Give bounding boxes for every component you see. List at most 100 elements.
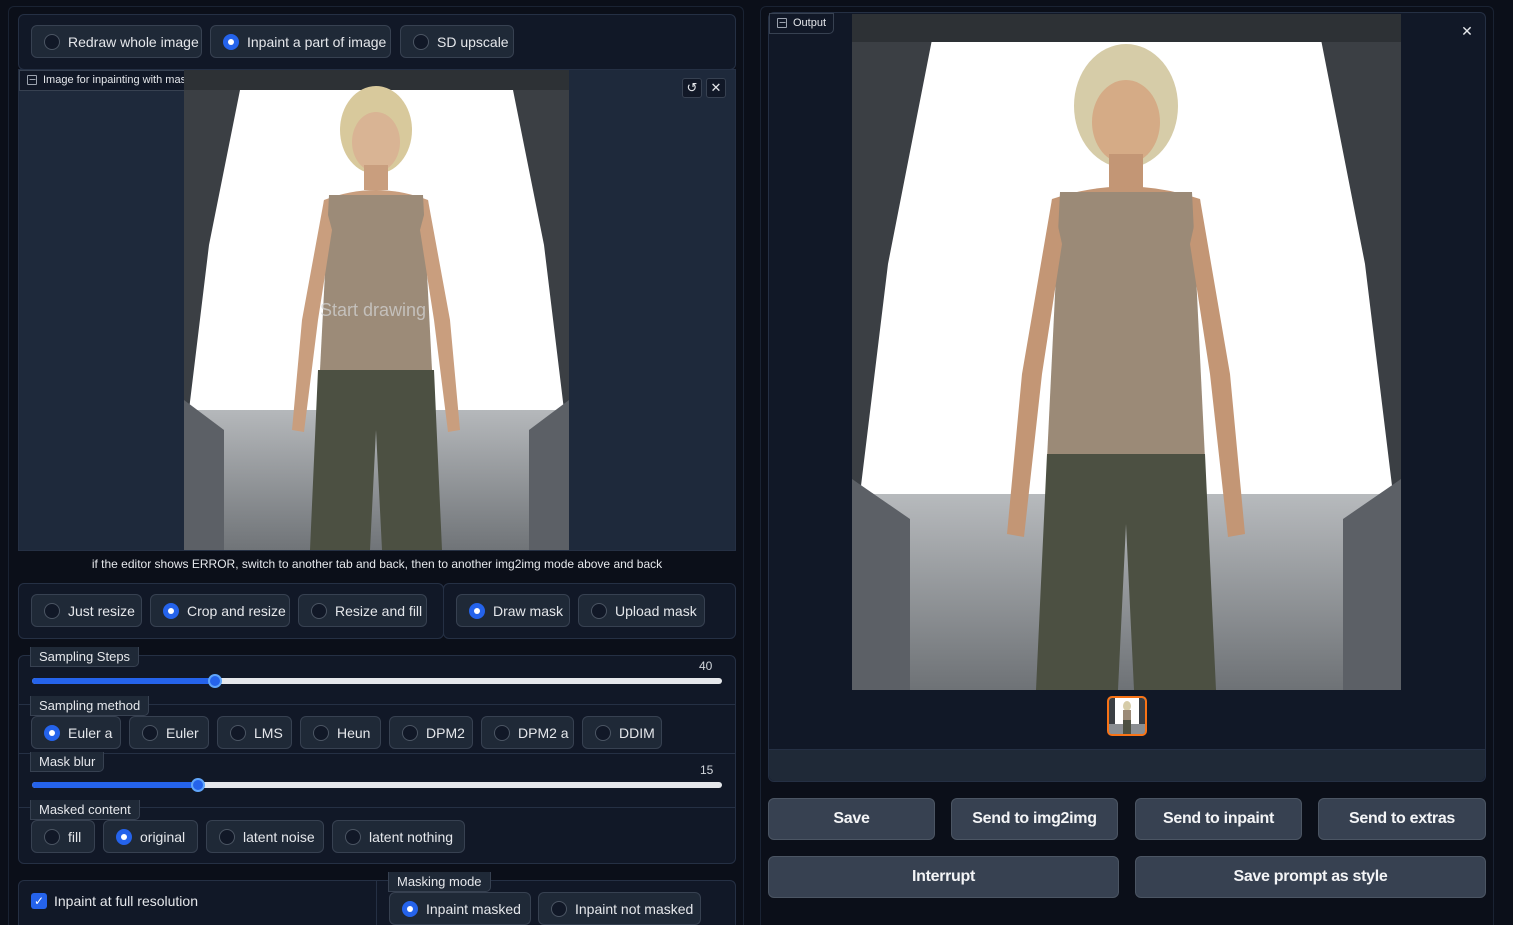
mode-inpaint-part[interactable]: Inpaint a part of image — [210, 25, 391, 58]
radio-label: Upload mask — [615, 602, 697, 619]
divider — [19, 753, 735, 754]
radio-icon — [219, 828, 235, 845]
radio-label: Heun — [337, 724, 371, 741]
image-icon — [27, 75, 37, 85]
radio-label: latent noise — [243, 828, 315, 845]
radio-label: DPM2 a — [518, 724, 569, 741]
undo-icon[interactable]: ↺ — [682, 78, 702, 98]
radio-selected-icon — [469, 602, 485, 619]
radio-icon — [230, 724, 246, 741]
radio-icon — [44, 828, 60, 845]
inpaint-full-res-label: Inpaint at full resolution — [54, 893, 198, 909]
start-drawing-overlay: Start drawing — [320, 300, 427, 320]
sampler-heun[interactable]: Heun — [300, 716, 381, 749]
radio-icon — [142, 724, 158, 741]
gallery-thumbnail[interactable] — [1107, 696, 1147, 736]
masked-content-original[interactable]: original — [103, 820, 198, 853]
radio-selected-icon — [116, 828, 132, 845]
slider-thumb[interactable] — [208, 674, 222, 688]
divider — [376, 881, 377, 925]
sampler-euler-a[interactable]: Euler a — [31, 716, 121, 749]
radio-icon — [345, 828, 361, 845]
radio-label: Draw mask — [493, 602, 564, 619]
send-to-img2img-button[interactable]: Send to img2img — [951, 798, 1118, 840]
masked-content-label: Masked content — [30, 800, 140, 820]
radio-icon — [311, 602, 327, 619]
clear-icon[interactable]: ✕ — [706, 78, 726, 98]
mask-blur-slider[interactable] — [32, 778, 722, 792]
radio-label: latent nothing — [369, 828, 454, 845]
radio-icon — [44, 602, 60, 619]
sampler-dpm2-a[interactable]: DPM2 a — [481, 716, 574, 749]
send-to-inpaint-button[interactable]: Send to inpaint — [1135, 798, 1302, 840]
thumbnail-illustration — [1109, 698, 1145, 734]
radio-label: Euler a — [68, 724, 113, 741]
gallery-footer — [769, 749, 1485, 781]
radio-label: Euler — [166, 724, 199, 741]
radio-label: Inpaint masked — [426, 900, 521, 917]
editor-label: Image for inpainting with mask — [19, 70, 200, 91]
sampling-method-label: Sampling method — [30, 696, 150, 716]
sampling-steps-value[interactable]: 40 — [699, 659, 712, 673]
mode-label: Redraw whole image — [68, 33, 199, 50]
radio-label: Just resize — [68, 602, 135, 619]
slider-fill — [32, 678, 215, 684]
radio-selected-icon — [223, 33, 239, 50]
editor-canvas-image[interactable]: Start drawing — [184, 70, 569, 550]
save-prompt-as-style-button[interactable]: Save prompt as style — [1135, 856, 1486, 898]
radio-label: Inpaint not masked — [575, 900, 694, 917]
sampler-lms[interactable]: LMS — [217, 716, 292, 749]
radio-label: Resize and fill — [335, 602, 423, 619]
masking-inpaint-masked[interactable]: Inpaint masked — [389, 892, 531, 925]
inpaint-full-res-checkbox[interactable]: ✓ — [31, 893, 47, 909]
radio-selected-icon — [44, 724, 60, 741]
mode-redraw-whole-image[interactable]: Redraw whole image — [31, 25, 202, 58]
mode-label: Inpaint a part of image — [247, 33, 387, 50]
slider-thumb[interactable] — [191, 778, 205, 792]
sampling-steps-label: Sampling Steps — [30, 647, 140, 667]
sampling-steps-slider[interactable] — [32, 674, 722, 688]
radio-icon — [402, 724, 418, 741]
radio-label: LMS — [254, 724, 283, 741]
masking-mode-label: Masking mode — [388, 872, 491, 892]
resize-crop-and-resize[interactable]: Crop and resize — [150, 594, 290, 627]
radio-icon — [551, 900, 567, 917]
radio-label: fill — [68, 828, 82, 845]
slider-fill — [32, 782, 198, 788]
masked-content-latent-noise[interactable]: latent noise — [206, 820, 324, 853]
image-icon — [777, 18, 787, 28]
output-portrait-illustration — [852, 14, 1401, 690]
sampler-dpm2[interactable]: DPM2 — [389, 716, 473, 749]
masking-inpaint-not-masked[interactable]: Inpaint not masked — [538, 892, 701, 925]
output-label: Output — [769, 13, 835, 34]
masked-content-fill[interactable]: fill — [31, 820, 95, 853]
radio-label: Crop and resize — [187, 602, 286, 619]
radio-label: DDIM — [619, 724, 655, 741]
masked-content-latent-nothing[interactable]: latent nothing — [332, 820, 465, 853]
radio-icon — [591, 602, 607, 619]
send-to-extras-button[interactable]: Send to extras — [1318, 798, 1486, 840]
radio-selected-icon — [163, 602, 179, 619]
mask-upload-mask[interactable]: Upload mask — [578, 594, 705, 627]
radio-icon — [44, 33, 60, 50]
sampler-euler[interactable]: Euler — [129, 716, 209, 749]
mask-draw-mask[interactable]: Draw mask — [456, 594, 570, 627]
radio-icon — [413, 33, 429, 50]
resize-resize-and-fill[interactable]: Resize and fill — [298, 594, 427, 627]
close-icon[interactable]: ✕ — [1458, 22, 1476, 40]
interrupt-button[interactable]: Interrupt — [768, 856, 1119, 898]
mask-blur-value[interactable]: 15 — [700, 763, 713, 777]
sampler-ddim[interactable]: DDIM — [582, 716, 662, 749]
mode-label: SD upscale — [437, 33, 509, 50]
radio-selected-icon — [402, 900, 418, 917]
resize-just-resize[interactable]: Just resize — [31, 594, 142, 627]
mode-sd-upscale[interactable]: SD upscale — [400, 25, 514, 58]
editor-hint: if the editor shows ERROR, switch to ano… — [91, 557, 663, 571]
radio-icon — [595, 724, 611, 741]
save-button[interactable]: Save — [768, 798, 935, 840]
radio-label: DPM2 — [426, 724, 465, 741]
output-image[interactable] — [852, 14, 1401, 690]
mask-blur-label: Mask blur — [30, 752, 105, 772]
radio-icon — [313, 724, 329, 741]
radio-label: original — [140, 828, 186, 845]
